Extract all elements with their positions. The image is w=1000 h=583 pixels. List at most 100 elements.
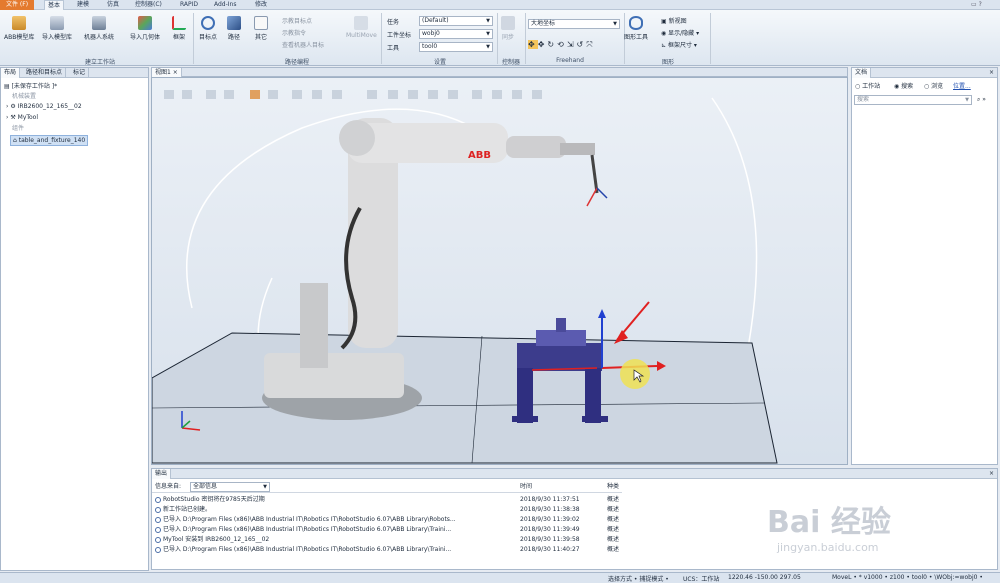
search-icon[interactable]: ⌕ »	[977, 95, 986, 104]
ribbon-divider	[525, 13, 526, 64]
expand-arrow-icon[interactable]: ›	[6, 103, 8, 110]
reference-frame-select[interactable]: 大地坐标 ▼	[528, 19, 620, 29]
freehand-tools[interactable]: ✥✥↻⟲⇲↺⤧	[528, 40, 596, 50]
row-time: 2018/9/30 11:39:02	[520, 516, 580, 523]
viewport-toolbar[interactable]	[164, 90, 542, 99]
list-item[interactable]: 新工作站已创建。	[155, 505, 211, 514]
selection-mode[interactable]: 选择方式 • 捕捉模式 •	[608, 574, 669, 583]
component-node[interactable]: ⌂ table_and_fixture_140	[10, 135, 89, 146]
other-icon	[254, 16, 268, 30]
chevron-down-icon: ▼	[613, 21, 617, 27]
other-button[interactable]: 其它	[254, 16, 268, 41]
tab-addins[interactable]: Add-Ins	[211, 0, 239, 10]
info-icon	[155, 506, 161, 513]
show-hide-button[interactable]: ◉ 显示/隐藏 ▾	[661, 28, 699, 37]
tab-home[interactable]: 基本	[44, 0, 65, 10]
import-library-button[interactable]: 导入模型库	[42, 16, 72, 41]
tab-modeling[interactable]: 建模	[74, 0, 92, 10]
mechanisms-label: 机械装置	[12, 93, 37, 100]
source-label: 信息来自:	[155, 483, 182, 490]
jog-linear-icon[interactable]: ⇲	[567, 40, 577, 49]
tab-modify[interactable]: 修改	[252, 0, 270, 10]
jog-reorient-icon[interactable]: ↺	[577, 40, 587, 49]
components-label: 组件	[12, 125, 25, 132]
ribbon: ABB模型库 导入模型库 机器人系统 导入几何体 框架 建立工作站 目标点 路径…	[0, 10, 1000, 66]
list-item[interactable]: 已导入 D:\Program Files (x86)\ABB Industria…	[155, 545, 451, 554]
view-robot-target-button[interactable]: 查看机器人目标	[282, 40, 324, 49]
rotate-icon[interactable]: ↻	[547, 40, 557, 49]
select-icon[interactable]: ✥	[528, 40, 538, 49]
tool-node[interactable]: › ⚒ MyTool	[6, 113, 38, 122]
close-icon[interactable]: ×	[986, 68, 997, 78]
info-icon	[155, 526, 161, 533]
list-item[interactable]: MyTool 安装到 IRB2600_12_165__02	[155, 535, 269, 544]
close-icon[interactable]: ×	[986, 469, 997, 479]
3d-viewport[interactable]: ABB	[151, 77, 848, 465]
tab-rapid[interactable]: RAPID	[177, 0, 201, 10]
multimove-button[interactable]: MultiMove	[346, 16, 377, 39]
source-select[interactable]: 全部信息 ▼	[190, 482, 270, 492]
wobj-select[interactable]: wobj0 ▼	[419, 29, 493, 39]
graphics-tools-button[interactable]: 图形工具	[624, 16, 648, 41]
watermark-url: jingyan.baidu.com	[777, 541, 879, 554]
instruction-template[interactable]: MoveL • * v1000 • z100 • tool0 • \WObj:=…	[832, 574, 983, 581]
multi-robot-icon[interactable]: ⤧	[586, 40, 595, 49]
radio-search[interactable]: ◉ 搜索	[894, 82, 913, 91]
station-node[interactable]: ▤ [未保存工作站 ]*	[4, 82, 57, 91]
layout-panel: 布局 路径和目标点 标记 ▤ [未保存工作站 ]* 机械装置 › ⚙ IRB26…	[0, 67, 149, 571]
menu-bar: 文件 (F) 基本 建模 仿真 控制器(C) RAPID Add-Ins 修改 …	[0, 0, 1000, 10]
wobj-label: 工件坐标	[387, 32, 412, 39]
import-geometry-button[interactable]: 导入几何体	[130, 16, 160, 41]
teach-target-button[interactable]: 示教目标点	[282, 16, 312, 25]
layout-panel-tabs: 布局 路径和目标点 标记	[1, 68, 148, 78]
robot-system-button[interactable]: 机器人系统	[84, 16, 114, 41]
row-type: 概述	[607, 496, 620, 503]
sync-button[interactable]: 同步	[501, 16, 515, 41]
reach-arc	[711, 97, 758, 379]
path-button[interactable]: 路径	[227, 16, 241, 41]
viewport-tabbar: 视图1 ×	[151, 67, 848, 78]
list-item[interactable]: 已导入 D:\Program Files (x86)\ABB Industria…	[155, 515, 456, 524]
sync-icon	[501, 16, 515, 30]
tab-simulation[interactable]: 仿真	[104, 0, 122, 10]
status-bar: 选择方式 • 捕捉模式 • UCS：工作站 1220.46 -150.00 29…	[0, 572, 1000, 583]
frame-button[interactable]: 框架	[172, 16, 186, 41]
list-item[interactable]: 已导入 D:\Program Files (x86)\ABB Industria…	[155, 525, 451, 534]
tab-tags[interactable]: 标记	[70, 68, 90, 78]
tab-controller[interactable]: 控制器(C)	[132, 0, 165, 10]
move-icon[interactable]: ✥	[538, 40, 548, 49]
tab-layout[interactable]: 布局	[1, 68, 21, 78]
ucs-indicator: UCS：工作站	[683, 576, 720, 583]
row-type: 概述	[607, 536, 620, 543]
file-menu[interactable]: 文件 (F)	[0, 0, 35, 10]
output-panel: 输出 × 信息来自: 全部信息 ▼ 时间 种类 RobotStudio 密钥将在9…	[151, 468, 998, 570]
new-view-button[interactable]: ▣ 新视图	[661, 16, 687, 25]
location-link[interactable]: 位置...	[953, 82, 971, 91]
robot-system-icon	[92, 16, 106, 30]
frame-size-button[interactable]: ⊾ 框架尺寸 ▾	[661, 40, 697, 49]
row-type: 概述	[607, 516, 620, 523]
row-type: 概述	[607, 546, 620, 553]
robot-node[interactable]: › ⚙ IRB2600_12_165__02	[6, 102, 82, 111]
close-icon[interactable]: ×	[173, 69, 178, 76]
expand-arrow-icon[interactable]: ›	[6, 114, 8, 121]
station-icon: ▤	[4, 83, 10, 90]
help-icon[interactable]: ▭ ?	[968, 0, 985, 10]
list-item[interactable]: RobotStudio 密钥将在9785天后过期	[155, 495, 265, 504]
target-button[interactable]: 目标点	[199, 16, 217, 41]
tool-select[interactable]: tool0 ▼	[419, 42, 493, 52]
group-label-path-programming: 路径编程	[284, 59, 309, 66]
jog-joint-icon[interactable]: ⟲	[557, 40, 567, 49]
column-time[interactable]: 时间	[520, 482, 532, 491]
abb-library-button[interactable]: ABB模型库	[4, 16, 34, 41]
teach-instruction-button[interactable]: 示教指令	[282, 28, 306, 37]
radio-station[interactable]: ○ 工作站	[855, 82, 880, 91]
task-select[interactable]: (Default) ▼	[419, 16, 493, 26]
search-input[interactable]: 搜索 ▼	[854, 95, 972, 105]
tab-paths-targets[interactable]: 路径和目标点	[23, 68, 67, 78]
column-type[interactable]: 种类	[607, 482, 619, 491]
task-label: 任务	[387, 19, 400, 26]
radio-browse[interactable]: ○ 浏览	[924, 82, 943, 91]
documents-panel: 文档 × ○ 工作站 ◉ 搜索 ○ 浏览 位置... 搜索 ▼ ⌕ »	[851, 67, 998, 465]
ribbon-divider	[193, 13, 194, 64]
